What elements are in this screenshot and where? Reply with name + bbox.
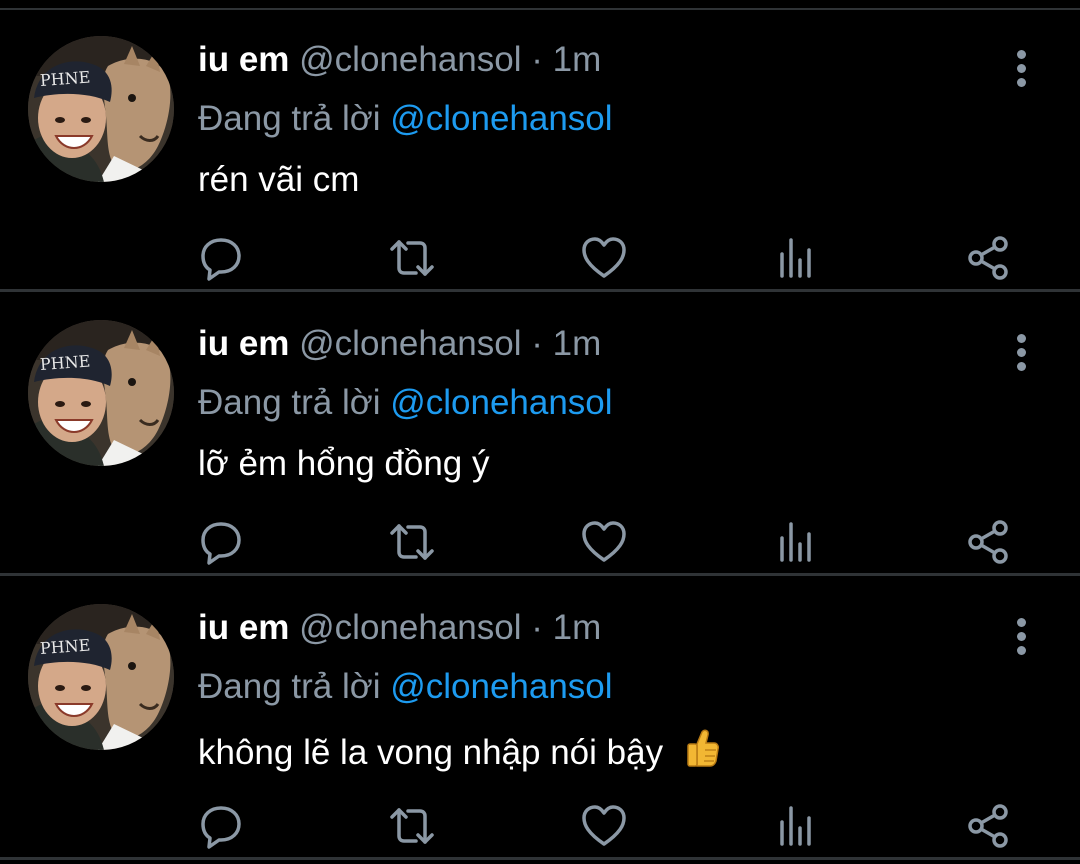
tweet-text-content: không lẽ la vong nhập nói bậy xyxy=(198,733,664,772)
reply-prefix: Đang trả lời xyxy=(198,99,381,138)
share-icon[interactable] xyxy=(963,800,1015,852)
reply-context: Đang trả lời @clonehansol xyxy=(198,383,613,423)
reply-icon[interactable] xyxy=(195,232,247,284)
tweet[interactable]: PHNE iu em @clonehansol · 1m Đang trả lờ… xyxy=(0,578,1080,860)
reply-to-handle[interactable]: @clonehansol xyxy=(390,99,612,138)
analytics-icon[interactable] xyxy=(770,516,822,568)
avatar[interactable]: PHNE xyxy=(28,604,174,750)
reply-to-handle[interactable]: @clonehansol xyxy=(390,383,612,422)
tweet-text: rén vãi cm xyxy=(198,160,359,200)
reply-icon[interactable] xyxy=(195,516,247,568)
tweet-header: iu em @clonehansol · 1m xyxy=(198,608,601,648)
svg-text:PHNE: PHNE xyxy=(39,635,91,657)
like-icon[interactable] xyxy=(578,800,630,852)
user-handle[interactable]: @clonehansol xyxy=(299,40,521,79)
separator-dot: · xyxy=(531,324,543,363)
reply-icon[interactable] xyxy=(195,800,247,852)
reply-prefix: Đang trả lời xyxy=(198,667,381,706)
tweet-actions xyxy=(0,516,1080,568)
separator-dot: · xyxy=(531,608,543,647)
user-handle[interactable]: @clonehansol xyxy=(299,608,521,647)
share-icon[interactable] xyxy=(963,516,1015,568)
analytics-icon[interactable] xyxy=(770,232,822,284)
display-name[interactable]: iu em xyxy=(198,324,289,363)
like-icon[interactable] xyxy=(578,516,630,568)
reply-prefix: Đang trả lời xyxy=(198,383,381,422)
reply-to-handle[interactable]: @clonehansol xyxy=(390,667,612,706)
tweet-header: iu em @clonehansol · 1m xyxy=(198,324,601,364)
svg-text:PHNE: PHNE xyxy=(39,67,91,89)
display-name[interactable]: iu em xyxy=(198,40,289,79)
tweet-actions xyxy=(0,232,1080,284)
tweet-divider xyxy=(0,289,1080,292)
reply-context: Đang trả lời @clonehansol xyxy=(198,99,613,139)
retweet-icon[interactable] xyxy=(386,800,438,852)
tweet-text-content: rén vãi cm xyxy=(198,160,360,199)
tweet-text: lỡ ẻm hổng đồng ý xyxy=(198,444,489,484)
tweet-actions xyxy=(0,800,1080,852)
display-name[interactable]: iu em xyxy=(198,608,289,647)
timestamp[interactable]: 1m xyxy=(553,608,602,647)
more-vertical-icon[interactable] xyxy=(1004,612,1038,660)
svg-text:PHNE: PHNE xyxy=(39,351,91,373)
user-handle[interactable]: @clonehansol xyxy=(299,324,521,363)
avatar[interactable]: PHNE xyxy=(28,320,174,466)
tweet[interactable]: PHNE iu em @clonehansol · 1m Đang trả lờ… xyxy=(0,294,1080,576)
analytics-icon[interactable] xyxy=(770,800,822,852)
retweet-icon[interactable] xyxy=(386,232,438,284)
like-icon[interactable] xyxy=(578,232,630,284)
tweet-text-content: lỡ ẻm hổng đồng ý xyxy=(198,444,490,483)
thumbs-up-emoji xyxy=(685,728,719,777)
separator-dot: · xyxy=(531,40,543,79)
tweet-divider xyxy=(0,573,1080,576)
tweet[interactable]: PHNE iu em @clonehansol · 1m Đang trả lờ… xyxy=(0,10,1080,292)
reply-context: Đang trả lời @clonehansol xyxy=(198,667,613,707)
timestamp[interactable]: 1m xyxy=(553,324,602,363)
more-vertical-icon[interactable] xyxy=(1004,328,1038,376)
tweet-divider xyxy=(0,857,1080,860)
timestamp[interactable]: 1m xyxy=(553,40,602,79)
share-icon[interactable] xyxy=(963,232,1015,284)
more-vertical-icon[interactable] xyxy=(1004,44,1038,92)
avatar[interactable]: PHNE xyxy=(28,36,174,182)
tweet-text: không lẽ la vong nhập nói bậy xyxy=(198,728,719,777)
tweet-header: iu em @clonehansol · 1m xyxy=(198,40,601,80)
retweet-icon[interactable] xyxy=(386,516,438,568)
